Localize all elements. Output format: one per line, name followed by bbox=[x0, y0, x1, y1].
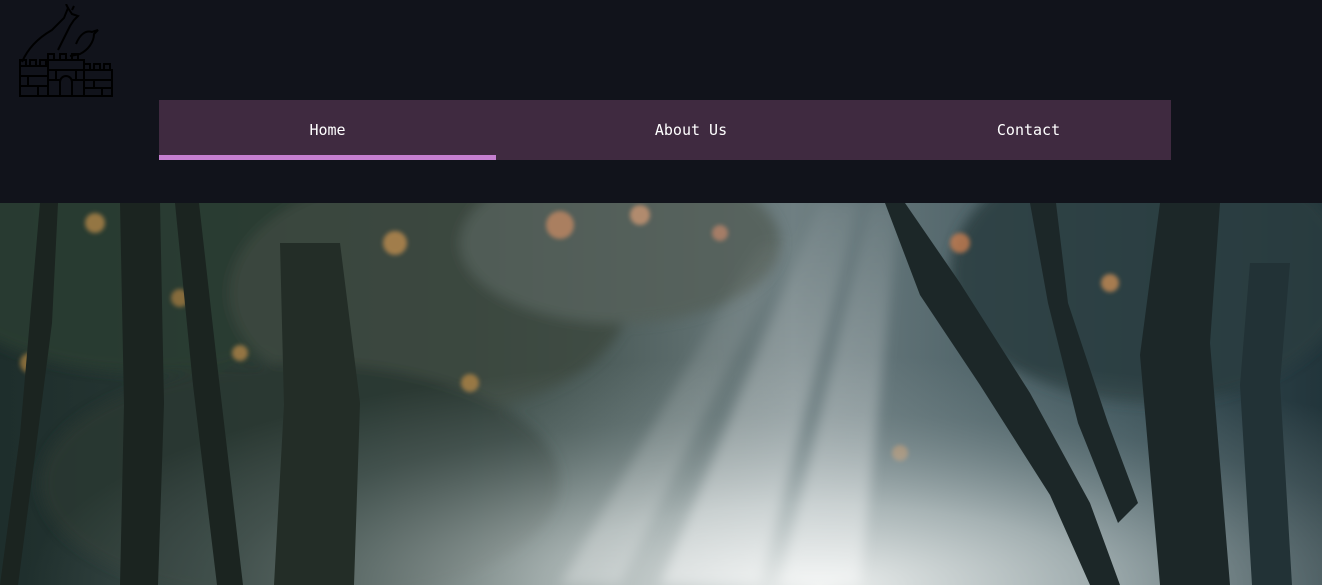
site-header: Home About Us Contact bbox=[0, 0, 1322, 203]
site-logo[interactable] bbox=[14, 3, 116, 98]
nav-item-contact-label: Contact bbox=[996, 121, 1061, 139]
main-nav: Home About Us Contact bbox=[159, 100, 1171, 160]
nav-item-about-us-label: About Us bbox=[654, 121, 728, 139]
nav-item-home-label: Home bbox=[309, 121, 346, 139]
nav-item-contact[interactable]: Contact bbox=[886, 100, 1171, 160]
misty-forest-image bbox=[0, 203, 1322, 585]
nav-item-home[interactable]: Home bbox=[159, 100, 496, 160]
nav-item-about-us[interactable]: About Us bbox=[496, 100, 886, 160]
castle-logo-icon bbox=[19, 3, 113, 97]
hero-image bbox=[0, 203, 1322, 585]
